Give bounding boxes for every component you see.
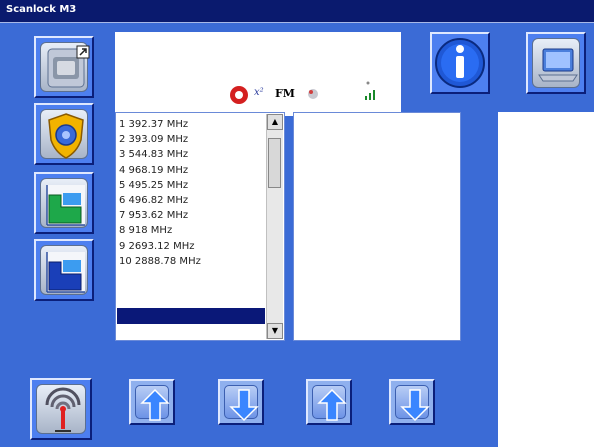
- info-icon: [435, 38, 485, 88]
- arrow-down-icon: [229, 389, 259, 422]
- window-title: Scanlock M3: [6, 4, 77, 15]
- status-strip: x² FM: [115, 32, 401, 116]
- frequency-list-items: 1 392.37 MHz 2 393.09 MHz 3 544.83 MHz 4…: [119, 117, 263, 269]
- list-item[interactable]: 4 968.19 MHz: [119, 163, 263, 178]
- list-item[interactable]: 2 393.09 MHz: [119, 132, 263, 147]
- shield-settings-button[interactable]: [34, 103, 94, 165]
- arrow-up-icon: [140, 388, 170, 421]
- list-scrollbar[interactable]: ▲ ▼: [266, 114, 283, 339]
- selected-list-row[interactable]: [117, 308, 265, 324]
- right-panel: [498, 112, 594, 447]
- list-item[interactable]: 3 544.83 MHz: [119, 147, 263, 162]
- list-item[interactable]: 7 953.62 MHz: [119, 208, 263, 223]
- list-item[interactable]: 5 495.25 MHz: [119, 178, 263, 193]
- antenna-button[interactable]: [30, 378, 92, 440]
- record-icon: [230, 86, 248, 104]
- step-down-button[interactable]: [218, 379, 264, 425]
- scroll-down-button[interactable]: ▼: [267, 323, 283, 339]
- antenna-icon: [45, 387, 81, 432]
- list-item[interactable]: 9 2693.12 MHz: [119, 239, 263, 254]
- app-window: Scanlock M3 x² FM 1 392.37 MHz 2 393.09 …: [0, 0, 594, 447]
- laptop-icon: [538, 48, 578, 82]
- page-up-button[interactable]: [306, 379, 352, 425]
- shield-settings-icon: [48, 113, 84, 159]
- scanner-device-icon: [47, 45, 90, 88]
- arrow-up-icon: [317, 388, 347, 421]
- info-button[interactable]: [430, 32, 490, 94]
- signal-strength-icon: [365, 81, 375, 100]
- step-up-button[interactable]: [129, 379, 175, 425]
- laptop-button[interactable]: [526, 32, 586, 94]
- blue-chart-button[interactable]: [34, 239, 94, 301]
- frequency-list[interactable]: 1 392.37 MHz 2 393.09 MHz 3 544.83 MHz 4…: [115, 112, 285, 341]
- blue-chart-icon: [46, 252, 85, 293]
- title-bar: Scanlock M3: [0, 0, 594, 23]
- exponent-label: x²: [254, 87, 264, 98]
- arrow-down-icon: [400, 389, 430, 422]
- list-item[interactable]: 10 2888.78 MHz: [119, 254, 263, 269]
- green-chart-icon: [46, 185, 85, 226]
- detail-panel: [293, 112, 461, 341]
- green-chart-button[interactable]: [34, 172, 94, 234]
- scanner-device-button[interactable]: [34, 36, 94, 98]
- scroll-thumb[interactable]: [268, 138, 281, 188]
- list-item[interactable]: 8 918 MHz: [119, 223, 263, 238]
- fm-signal-icon: [308, 89, 318, 99]
- list-item[interactable]: 6 496.82 MHz: [119, 193, 263, 208]
- fm-label: FM: [275, 87, 295, 100]
- page-down-button[interactable]: [389, 379, 435, 425]
- scroll-up-button[interactable]: ▲: [267, 114, 283, 130]
- status-icons: [230, 81, 375, 104]
- list-item[interactable]: 1 392.37 MHz: [119, 117, 263, 132]
